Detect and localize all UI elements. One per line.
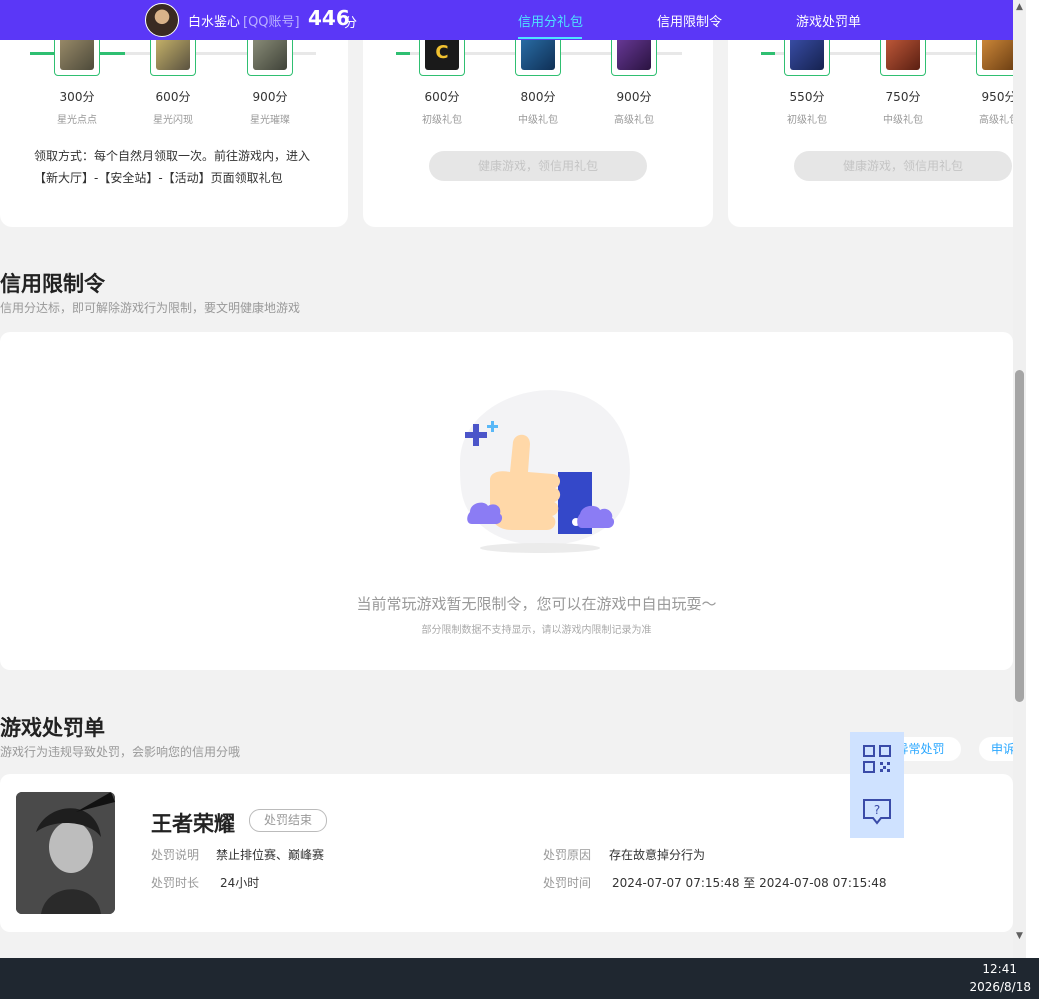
appeal-button[interactable]: 申诉 (979, 737, 1013, 761)
help-button[interactable]: ? (850, 785, 904, 838)
scroll-up-arrow-icon[interactable]: ▲ (1013, 0, 1026, 14)
qr-code-icon (863, 744, 891, 773)
thumbs-up-illustration (460, 390, 630, 553)
reward-name: 星光闪现 (153, 115, 193, 126)
avatar[interactable] (145, 3, 179, 37)
penalty-reason-value: 存在故意掉分行为 (609, 848, 706, 862)
reward-item[interactable]: 900分 高级礼包 (604, 30, 664, 126)
reward-name: 中级礼包 (518, 115, 558, 126)
qr-code-button[interactable] (850, 732, 904, 785)
reward-points: 800分 (520, 90, 556, 104)
game-name: 王者荣耀 (151, 812, 235, 836)
help-chat-icon: ? (863, 798, 891, 825)
restriction-title: 信用限制令 (0, 272, 105, 296)
reward-name: 星光点点 (57, 115, 97, 126)
progress-fill (761, 52, 775, 55)
reward-item[interactable]: 750分 中级礼包 (873, 30, 933, 126)
penalty-duration-value: 24小时 (220, 876, 260, 890)
reward-points: 950分 (981, 90, 1013, 104)
active-tab-underline (518, 37, 582, 39)
username: 白水鉴心 (188, 15, 241, 30)
reward-item[interactable]: 550分 初级礼包 (777, 30, 837, 126)
reward-name: 高级礼包 (614, 115, 654, 126)
penalty-duration-label: 处罚时长 (151, 876, 200, 890)
reward-name: 星光璀璨 (250, 115, 290, 126)
restriction-panel: 当前常玩游戏暂无限制令，您可以在游戏中自由玩耍～ 部分限制数据不支持显示，请以游… (0, 332, 1013, 670)
tab-credit-gift[interactable]: 信用分礼包 (518, 11, 583, 30)
reward-points: 300分 (59, 90, 95, 104)
reward-name: 中级礼包 (883, 115, 923, 126)
clock-date[interactable]: 2026/8/18 (969, 980, 1031, 994)
penalty-reason-label: 处罚原因 (543, 848, 592, 862)
top-bar: 白水鉴心 [QQ账号] 446 分 信用分礼包 信用限制令 游戏处罚单 (0, 0, 1013, 40)
progress-fill (396, 52, 410, 55)
tab-penalty[interactable]: 游戏处罚单 (796, 11, 861, 30)
reward-item[interactable]: 600分 星光闪现 (143, 30, 203, 126)
empty-state-title: 当前常玩游戏暂无限制令，您可以在游戏中自由玩耍～ (356, 595, 717, 613)
window-edge (1026, 0, 1039, 958)
status-badge: 处罚结束 (249, 809, 327, 832)
reward-item[interactable]: C 600分 初级礼包 (412, 30, 472, 126)
reward-points: 550分 (789, 90, 825, 104)
reward-name: 高级礼包 (979, 115, 1013, 126)
reward-item[interactable]: 950分 高级礼包 (969, 30, 1013, 126)
penalty-desc-value: 禁止排位赛、巅峰赛 (216, 848, 325, 862)
game-thumbnail (16, 792, 115, 914)
taskbar: 12:41 2026/8/18 (0, 958, 1039, 999)
penalty-desc-label: 处罚说明 (151, 848, 200, 862)
penalty-time-label: 处罚时间 (543, 876, 592, 890)
claim-instructions: 领取方式：每个自然月领取一次。前往游戏内，进入【新大厅】-【安全站】-【活动】页… (34, 149, 311, 185)
tab-restriction[interactable]: 信用限制令 (657, 11, 722, 30)
scroll-down-arrow-icon[interactable]: ▼ (1013, 929, 1026, 943)
reward-name: 初级礼包 (422, 115, 462, 126)
reward-item[interactable]: 900分 星光璀璨 (240, 30, 300, 126)
svg-text:?: ? (874, 803, 880, 817)
claim-gift-button[interactable]: 健康游戏，领信用礼包 (429, 151, 647, 181)
page: 白水鉴心 [QQ账号] 446 分 信用分礼包 信用限制令 游戏处罚单 300分… (0, 0, 1013, 958)
reward-item[interactable]: 300分 星光点点 (47, 30, 107, 126)
reward-points: 900分 (252, 90, 288, 104)
reward-points: 900分 (616, 90, 652, 104)
restriction-subtitle: 信用分达标，即可解除游戏行为限制，要文明健康地游戏 (0, 301, 301, 315)
reward-item[interactable]: 800分 中级礼包 (508, 30, 568, 126)
reward-name: 初级礼包 (787, 115, 827, 126)
penalty-subtitle: 游戏行为违规导致处罚，会影响您的信用分哦 (0, 745, 241, 759)
penalty-title: 游戏处罚单 (0, 716, 105, 740)
penalty-time-value: 2024-07-07 07:15:48 至 2024-07-08 07:15:4… (612, 876, 887, 890)
reward-points: 600分 (424, 90, 460, 104)
empty-state-note: 部分限制数据不支持显示，请以游戏内限制记录为准 (421, 625, 652, 636)
account-type: [QQ账号] (243, 15, 300, 30)
reward-points: 750分 (885, 90, 921, 104)
reward-points: 600分 (155, 90, 191, 104)
scrollbar-thumb[interactable] (1015, 370, 1024, 702)
clock-time[interactable]: 12:41 (982, 962, 1017, 976)
credit-score-unit: 分 (344, 16, 358, 31)
claim-gift-button[interactable]: 健康游戏，领信用礼包 (794, 151, 1012, 181)
